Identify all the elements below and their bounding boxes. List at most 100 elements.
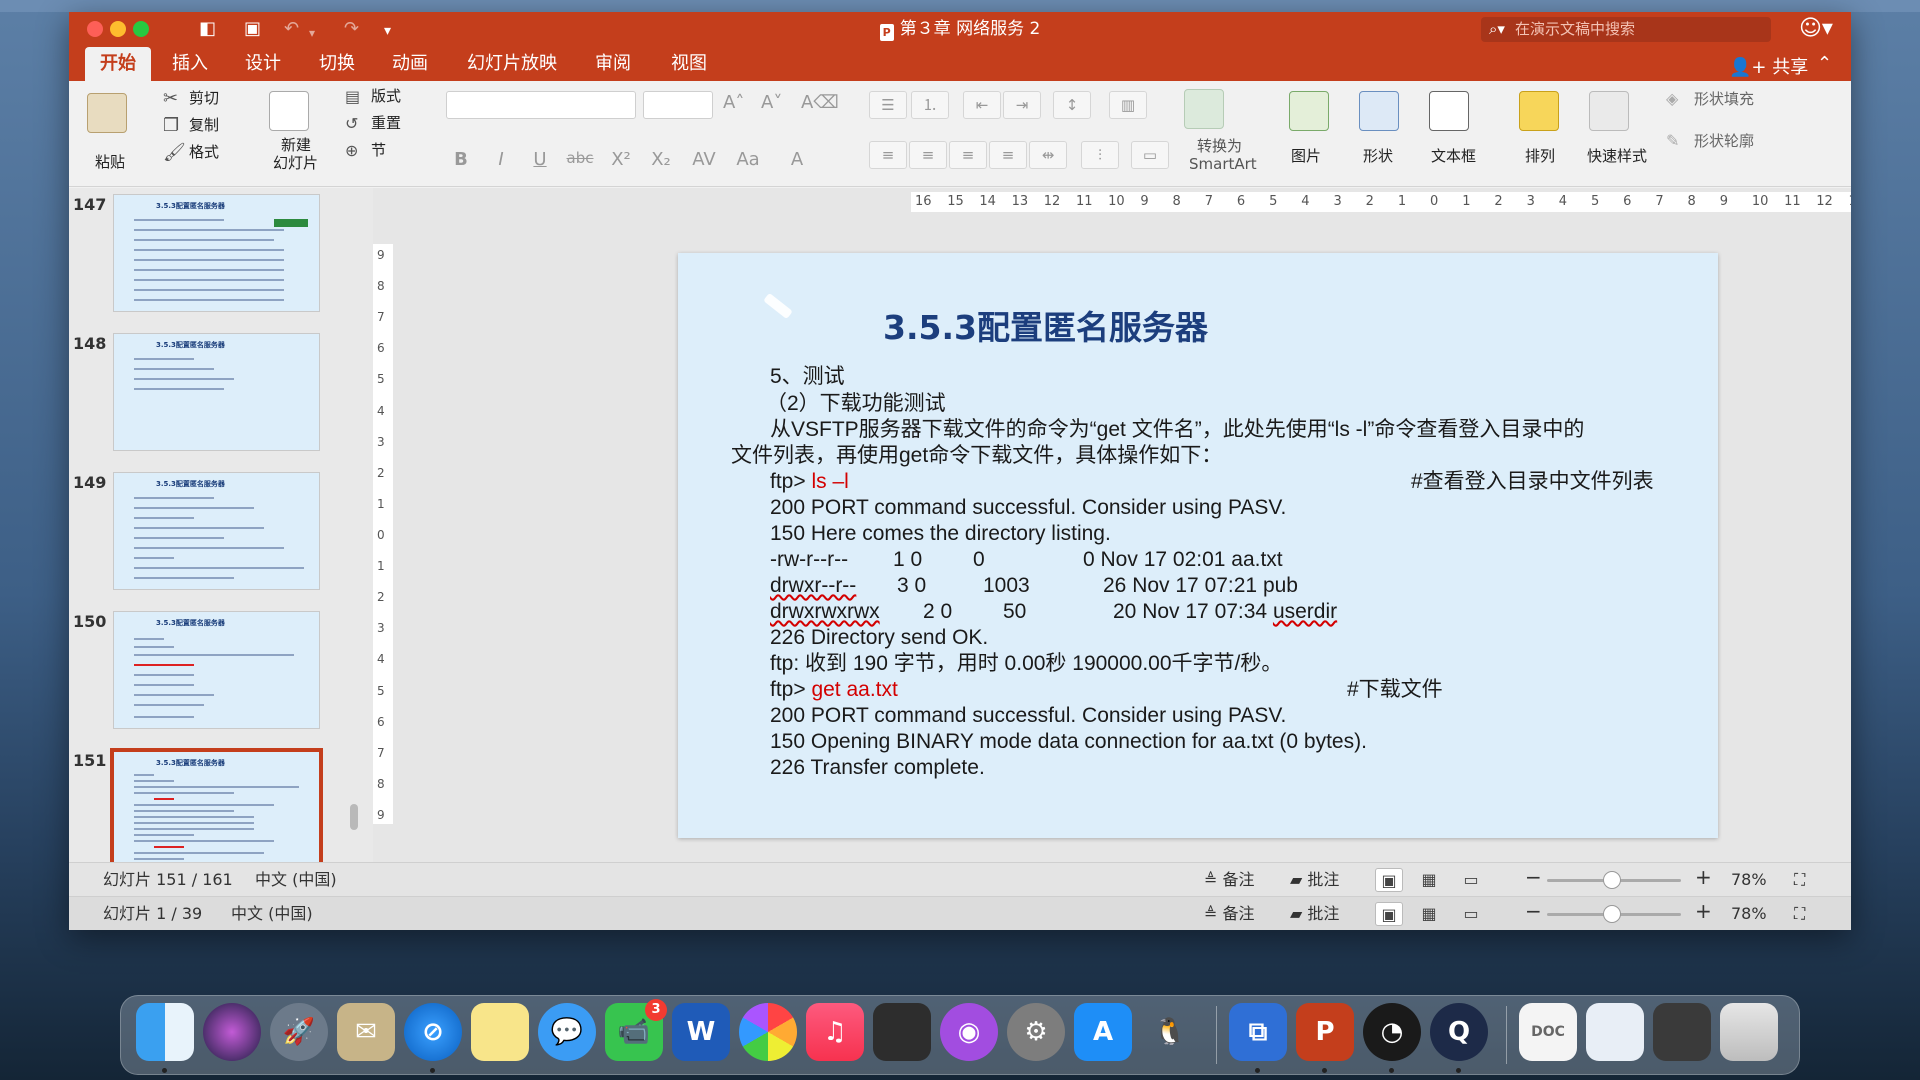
- body-line-port-1[interactable]: 200 PORT command successful. Consider us…: [770, 495, 1286, 520]
- shape-outline-button[interactable]: 形状轮廓: [1694, 132, 1754, 150]
- reset-button[interactable]: 重置: [371, 114, 401, 132]
- slide-sorter-view-icon[interactable]: ▦: [1415, 868, 1443, 892]
- finder-icon[interactable]: [136, 1003, 194, 1061]
- launchpad-icon[interactable]: 🚀: [270, 1003, 328, 1061]
- quick-styles-icon[interactable]: [1589, 91, 1629, 131]
- body-line-description-2[interactable]: 文件列表，再使用get命令下载文件，具体操作如下：: [731, 443, 1222, 468]
- bg-zoom-slider-handle[interactable]: [1603, 905, 1621, 923]
- picture-button[interactable]: 图片: [1291, 147, 1321, 165]
- align-left-icon[interactable]: ≡: [869, 141, 907, 169]
- char-spacing-icon[interactable]: AV: [689, 149, 719, 170]
- share-button[interactable]: 👤+ 共享: [1729, 53, 1808, 79]
- justify-icon[interactable]: ≡: [989, 141, 1027, 169]
- bg-zoom-level[interactable]: 78%: [1731, 904, 1767, 924]
- bullets-icon[interactable]: ☰: [869, 91, 907, 119]
- tab-view[interactable]: 视图: [656, 47, 722, 81]
- quicktime-icon[interactable]: Q: [1430, 1003, 1488, 1061]
- reading-view-icon[interactable]: ▭: [1457, 868, 1485, 892]
- body-line-description-1[interactable]: 从VSFTP服务器下载文件的命令为“get 文件名”，此处先使用“ls -l”命…: [770, 417, 1584, 442]
- tab-slideshow[interactable]: 幻灯片放映: [452, 47, 572, 81]
- shape-fill-button[interactable]: 形状填充: [1694, 90, 1754, 108]
- body-line-dir-ok[interactable]: 226 Directory send OK.: [770, 625, 988, 650]
- align-text-icon[interactable]: ▭: [1131, 141, 1169, 169]
- font-size-select[interactable]: [643, 91, 713, 119]
- superscript-icon[interactable]: X²: [606, 149, 636, 170]
- word-icon[interactable]: W: [672, 1003, 730, 1061]
- bg-zoom-in-icon[interactable]: +: [1695, 901, 1712, 921]
- underline-icon[interactable]: U: [525, 149, 555, 170]
- bg-language-indicator[interactable]: 中文 (中国): [231, 904, 313, 924]
- slide-thumbnail-151[interactable]: 3.5.3配置匿名服务器: [110, 748, 323, 872]
- slide-canvas[interactable]: 3.5.3配置匿名服务器 5、测试 （2）下载功能测试 从VSFTP服务器下载文…: [678, 253, 1718, 838]
- distribute-icon[interactable]: ⇹: [1029, 141, 1067, 169]
- bg-fit-to-window-icon[interactable]: ⛶: [1794, 904, 1805, 924]
- language-indicator[interactable]: 中文 (中国): [255, 870, 337, 890]
- textbox-icon[interactable]: [1429, 91, 1469, 131]
- body-line-listing[interactable]: 150 Here comes the directory listing.: [770, 521, 1111, 546]
- shape-button[interactable]: 形状: [1363, 147, 1393, 165]
- tab-review[interactable]: 审阅: [580, 47, 646, 81]
- powerpoint-icon[interactable]: P: [1296, 1003, 1354, 1061]
- paste-icon[interactable]: [87, 93, 127, 133]
- slide-thumbnail-148[interactable]: 3.5.3配置匿名服务器: [113, 333, 320, 451]
- tab-transitions[interactable]: 切换: [304, 47, 370, 81]
- numbering-icon[interactable]: ⒈: [911, 91, 949, 119]
- notes-app-icon[interactable]: [471, 1003, 529, 1061]
- siri-icon[interactable]: [203, 1003, 261, 1061]
- bold-icon[interactable]: B: [446, 149, 476, 170]
- arrange-icon[interactable]: [1519, 91, 1559, 131]
- layout-button[interactable]: 版式: [371, 87, 401, 105]
- thumbnail-scrollbar[interactable]: [350, 804, 358, 830]
- normal-view-icon[interactable]: ▣: [1375, 868, 1403, 892]
- system-preferences-icon[interactable]: ⚙: [1007, 1003, 1065, 1061]
- photos-icon[interactable]: [739, 1003, 797, 1061]
- zoom-level[interactable]: 78%: [1731, 870, 1767, 890]
- obs-icon[interactable]: ◔: [1363, 1003, 1421, 1061]
- copy-button[interactable]: 复制: [189, 116, 219, 134]
- format-painter-button[interactable]: 格式: [189, 143, 219, 161]
- listing-row-userdir[interactable]: drwxrwxrwx: [770, 599, 880, 624]
- picture-icon[interactable]: [1289, 91, 1329, 131]
- zoom-in-icon[interactable]: +: [1695, 867, 1712, 887]
- screenshot-file-icon[interactable]: [1586, 1003, 1644, 1061]
- decrease-font-icon[interactable]: A˅: [761, 94, 782, 112]
- strikethrough-icon[interactable]: abc: [565, 149, 595, 167]
- music-icon[interactable]: ♫: [806, 1003, 864, 1061]
- listing-row-pub[interactable]: drwxr--r--: [770, 573, 856, 598]
- feedback-smiley-icon[interactable]: ☺▾: [1799, 16, 1833, 41]
- listing-row-aa[interactable]: -rw-r--r--: [770, 547, 848, 572]
- body-line-heading[interactable]: 5、测试: [770, 364, 845, 389]
- slide-thumbnail-150[interactable]: 3.5.3配置匿名服务器: [113, 611, 320, 729]
- comment-ls[interactable]: #查看登入目录中文件列表: [1411, 469, 1654, 494]
- comment-get[interactable]: #下载文件: [1347, 677, 1443, 702]
- quick-styles-button[interactable]: 快速样式: [1587, 147, 1647, 165]
- slide-title[interactable]: 3.5.3配置匿名服务器: [883, 301, 1208, 349]
- mail-icon[interactable]: ✉: [337, 1003, 395, 1061]
- trash-icon[interactable]: [1720, 1003, 1778, 1061]
- columns-icon[interactable]: ▥: [1109, 91, 1147, 119]
- font-name-select[interactable]: [446, 91, 636, 119]
- section-button[interactable]: 节: [371, 141, 386, 159]
- podcasts-icon[interactable]: ◉: [940, 1003, 998, 1061]
- collapse-ribbon-icon[interactable]: ⌃: [1817, 53, 1832, 74]
- downloads-stack-icon[interactable]: [1653, 1003, 1711, 1061]
- body-line-port-2[interactable]: 200 PORT command successful. Consider us…: [770, 703, 1286, 728]
- bg-slide-sorter-view-icon[interactable]: ▦: [1415, 902, 1443, 926]
- zoom-slider-handle[interactable]: [1603, 871, 1621, 889]
- increase-indent-icon[interactable]: ⇥: [1003, 91, 1041, 119]
- comments-button[interactable]: ▰ 批注: [1290, 870, 1339, 890]
- change-case-icon[interactable]: Aa: [733, 149, 763, 170]
- align-center-icon[interactable]: ≡: [909, 141, 947, 169]
- subscript-icon[interactable]: X₂: [646, 149, 676, 170]
- align-right-icon[interactable]: ≡: [949, 141, 987, 169]
- body-line-subheading[interactable]: （2）下载功能测试: [766, 391, 946, 416]
- body-line-received[interactable]: ftp: 收到 190 字节，用时 0.00秒 190000.00千字节/秒。: [770, 651, 1282, 676]
- notes-button[interactable]: ≜ 备注: [1204, 870, 1255, 890]
- bg-normal-view-icon[interactable]: ▣: [1375, 902, 1403, 926]
- shape-icon[interactable]: [1359, 91, 1399, 131]
- fit-to-window-icon[interactable]: ⛶: [1794, 870, 1805, 890]
- remote-desktop-icon[interactable]: ⧉: [1229, 1003, 1287, 1061]
- app-store-icon[interactable]: A: [1074, 1003, 1132, 1061]
- body-line-transfer[interactable]: 226 Transfer complete.: [770, 755, 985, 780]
- increase-font-icon[interactable]: A˄: [723, 94, 744, 112]
